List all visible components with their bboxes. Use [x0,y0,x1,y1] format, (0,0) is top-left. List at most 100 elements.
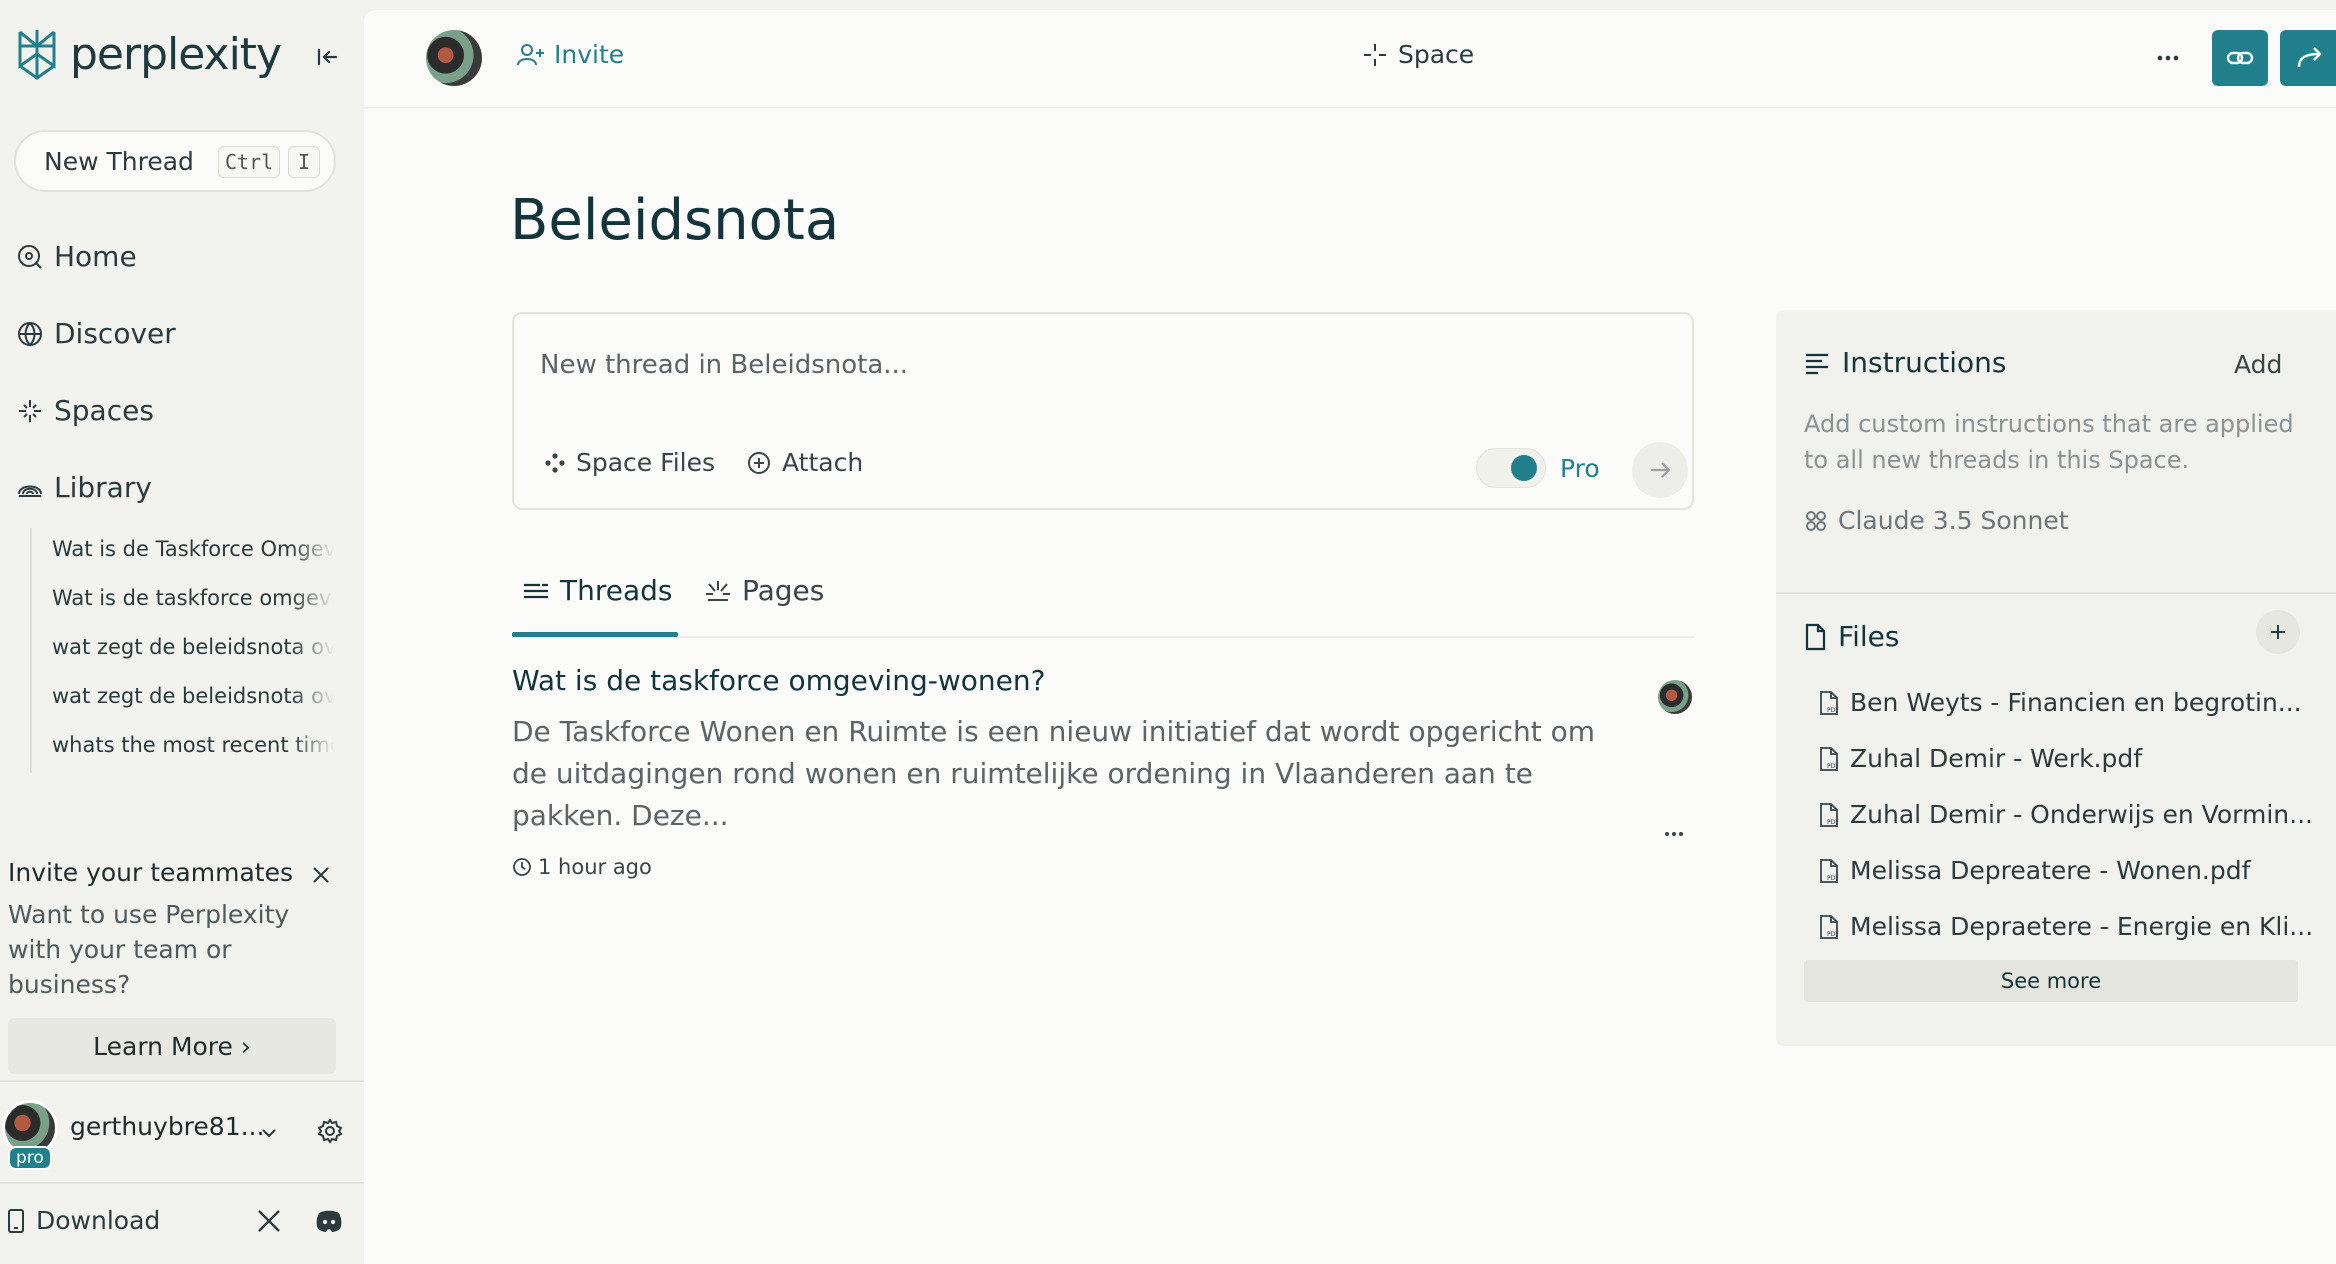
sparkle-icon [1364,43,1386,66]
device-icon [8,1208,24,1233]
close-icon[interactable] [310,864,332,886]
invite-teammates-card: Invite your teammates Want to use Perple… [8,858,344,1074]
main-content: Invite Space Beleidsnota New thread in B… [364,10,2336,1264]
composer-placeholder[interactable]: New thread in Beleidsnota... [540,350,908,380]
tab-pages[interactable]: Pages [704,574,824,607]
model-icon [1806,510,1826,531]
discord-icon[interactable] [314,1208,344,1234]
sidebar-item-discover[interactable]: Discover [16,317,176,350]
thread-title[interactable]: Wat is de taskforce omgeving-wonen? [512,664,1694,697]
divider [0,1080,364,1082]
divider [0,1182,364,1184]
add-instructions-button[interactable]: Add [2234,350,2282,379]
download-label: Download [36,1206,161,1235]
history-item[interactable]: whats the most recent time [52,724,334,773]
instructions-description: Add custom instructions that are applied… [1804,410,2294,474]
active-tab-indicator [512,632,678,637]
clock-icon [513,858,531,876]
share-icon [2297,47,2322,68]
user-profile-row[interactable]: pro gerthuybre81... [0,1100,364,1170]
svg-text:PDF: PDF [1827,763,1839,770]
copy-link-button[interactable] [2212,30,2268,86]
sidebar-item-home[interactable]: Home [16,240,137,273]
file-item[interactable]: PDF Melissa Depreatere - Wonen.pdf [1818,856,2250,885]
invite-card-subtitle: Want to use Perplexity with your team or… [8,900,290,999]
toggle-knob [1511,455,1537,481]
learn-more-button[interactable]: Learn More › [8,1018,336,1074]
history-item[interactable]: wat zegt de beleidsnota ove [52,675,334,724]
file-item[interactable]: PDF Melissa Depraetere - Energie en Kli.… [1818,912,2313,941]
space-files-label: Space Files [576,448,715,477]
perplexity-logo-icon [18,30,56,80]
sidebar-item-label: Library [54,471,152,504]
plus-icon [2271,625,2285,639]
globe-icon [18,321,42,346]
file-name: Zuhal Demir - Werk.pdf [1850,744,2143,773]
more-options-icon[interactable] [2154,44,2182,72]
file-icon [1805,623,1826,650]
invite-button[interactable]: Invite [516,40,624,69]
avatar[interactable] [426,30,482,86]
files-header: Files [1804,620,1899,653]
add-file-button[interactable] [2256,610,2300,654]
history-item[interactable]: Wat is de taskforce omgevir [52,577,334,626]
library-history: Wat is de Taskforce Omgevi Wat is de tas… [30,528,334,773]
logo[interactable]: perplexity [12,26,282,82]
history-item[interactable]: wat zegt de beleidsnota ove [52,626,334,675]
file-item[interactable]: PDF Zuhal Demir - Onderwijs en Vormin... [1818,800,2313,829]
files-cluster-icon [545,452,565,473]
tab-bar: Threads Pages [512,554,1694,638]
username: gerthuybre81... [70,1112,265,1141]
logo-text: perplexity [70,28,282,80]
x-icon[interactable] [256,1208,282,1234]
tab-threads[interactable]: Threads [522,574,673,607]
download-button[interactable]: Download [6,1206,160,1235]
gear-icon[interactable] [316,1117,344,1145]
attach-label: Attach [782,448,864,477]
link-icon [2226,51,2254,65]
attach-button[interactable]: Attach [746,448,863,477]
arrow-right-icon [1651,462,1671,478]
svg-text:PDF: PDF [1827,931,1839,938]
model-selector[interactable]: Claude 3.5 Sonnet [1804,506,2069,535]
pdf-file-icon: PDF [1820,690,1839,715]
thread-composer[interactable]: New thread in Beleidsnota... Space Files… [512,312,1694,510]
pages-icon [706,580,730,601]
space-files-button[interactable]: Space Files [544,448,715,477]
new-thread-button[interactable]: New Thread Ctrl I [14,130,336,192]
sidebar-item-library[interactable]: Library [16,471,152,504]
share-button[interactable] [2280,30,2336,86]
chevron-down-icon[interactable] [258,1122,280,1144]
space-indicator[interactable]: Space [1362,40,1474,69]
tab-label: Threads [560,574,673,607]
submit-button[interactable] [1632,442,1688,498]
shortcut-ctrl-key: Ctrl [218,146,281,178]
file-item[interactable]: PDF Zuhal Demir - Werk.pdf [1818,744,2142,773]
new-thread-label: New Thread [44,146,194,176]
file-item[interactable]: PDF Ben Weyts - Financien en begrotin... [1818,688,2302,717]
files-title: Files [1838,620,1900,653]
pro-toggle[interactable] [1476,448,1546,488]
thread-item[interactable]: Wat is de taskforce omgeving-wonen? De T… [512,664,1694,879]
library-icon [18,485,42,497]
file-name: Melissa Depreatere - Wonen.pdf [1850,856,2251,885]
home-icon [18,244,42,269]
file-name: Zuhal Demir - Onderwijs en Vormin... [1850,800,2313,829]
sidebar-item-spaces[interactable]: Spaces [16,394,154,427]
pdf-file-icon: PDF [1820,858,1839,883]
model-name: Claude 3.5 Sonnet [1838,506,2069,535]
pdf-file-icon: PDF [1820,914,1839,939]
history-item[interactable]: Wat is de Taskforce Omgevi [52,528,334,577]
more-options-icon[interactable] [1662,824,1686,844]
file-name: Ben Weyts - Financien en begrotin... [1850,688,2302,717]
thread-time: 1 hour ago [538,855,652,879]
sidebar: perplexity New Thread Ctrl I Home Discov… [0,0,364,1264]
svg-text:PDF: PDF [1827,707,1839,714]
instructions-icon [1806,353,1828,374]
sidebar-item-label: Home [54,240,137,273]
sidebar-item-label: Spaces [54,394,154,427]
svg-text:PDF: PDF [1827,819,1839,826]
collapse-sidebar-icon[interactable] [312,42,342,72]
instructions-header: Instructions [1804,346,2006,379]
see-more-button[interactable]: See more [1804,960,2298,1002]
